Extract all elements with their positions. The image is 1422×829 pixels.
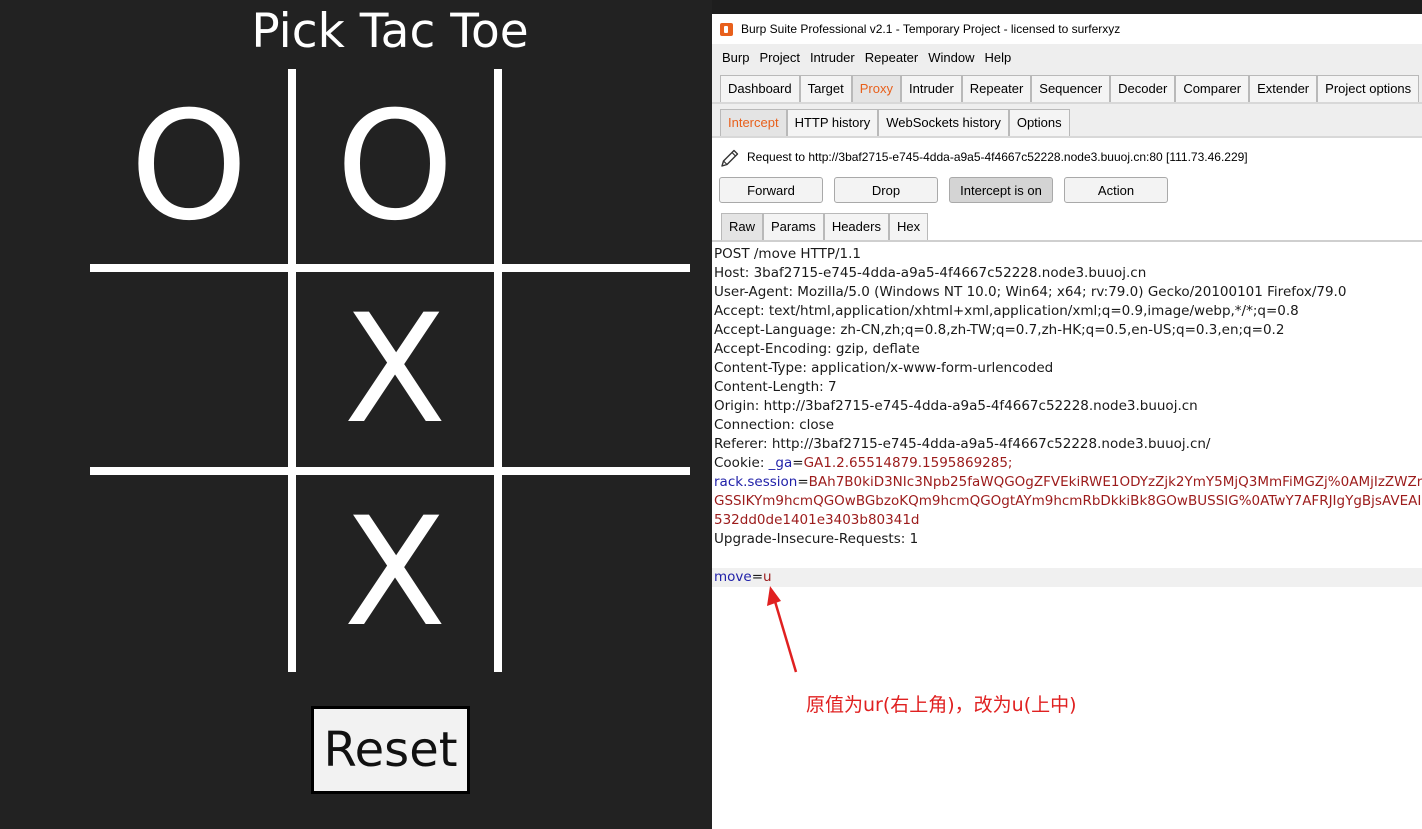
main-tab-bar: Dashboard Target Proxy Intruder Repeater… xyxy=(712,70,1422,104)
grid-line-horizontal-2 xyxy=(90,467,690,475)
window-top-strip xyxy=(712,0,1422,14)
board-cell-bottom-right[interactable] xyxy=(502,475,700,671)
reset-button[interactable]: Reset xyxy=(311,706,470,794)
body-param-value: u xyxy=(763,569,772,585)
header-cookie: Cookie: _ga=GA1.2.65514879.1595869285; xyxy=(714,455,1013,471)
board-cell-top-right[interactable] xyxy=(502,69,700,265)
board-cell-top-left[interactable]: O xyxy=(90,69,288,265)
game-panel: Pick Tac Toe O O X X Reset xyxy=(0,0,712,829)
tab-params[interactable]: Params xyxy=(763,213,824,240)
menu-intruder[interactable]: Intruder xyxy=(805,50,860,65)
tab-decoder[interactable]: Decoder xyxy=(1110,75,1176,102)
header-content-length: Content-Length: 7 xyxy=(714,379,837,395)
window-title: Burp Suite Professional v2.1 - Temporary… xyxy=(741,22,1121,36)
request-body: move=u xyxy=(712,568,1422,587)
tab-proxy[interactable]: Proxy xyxy=(851,75,901,102)
tab-http-history[interactable]: HTTP history xyxy=(786,109,879,136)
tab-dashboard[interactable]: Dashboard xyxy=(720,75,800,102)
tab-options[interactable]: Options xyxy=(1008,109,1070,136)
header-connection: Connection: close xyxy=(714,417,834,433)
request-target-label: Request to http://3baf2715-e745-4dda-a9a… xyxy=(747,150,1248,164)
request-editor[interactable]: POST /move HTTP/1.1 Host: 3baf2715-e745-… xyxy=(712,244,1422,829)
pencil-icon xyxy=(721,149,739,167)
request-line: POST /move HTTP/1.1 xyxy=(714,246,861,262)
tab-intercept[interactable]: Intercept xyxy=(720,109,787,136)
body-param-key: move xyxy=(714,569,752,585)
board-cell-top-middle[interactable]: O xyxy=(296,69,494,265)
cookie-prefix: Cookie: xyxy=(714,455,769,471)
menu-help[interactable]: Help xyxy=(979,50,1016,65)
cookie-session-key: rack.session xyxy=(714,474,798,490)
burp-logo-icon xyxy=(720,22,733,36)
cookie-ga-key: _ga xyxy=(768,455,793,471)
board-cell-bottom-middle[interactable]: X xyxy=(296,475,494,671)
tab-repeater[interactable]: Repeater xyxy=(961,75,1032,102)
menu-repeater[interactable]: Repeater xyxy=(860,50,923,65)
header-user-agent: User-Agent: Mozilla/5.0 (Windows NT 10.0… xyxy=(714,284,1347,300)
menu-project[interactable]: Project xyxy=(754,50,804,65)
cookie-ga-value: GA1.2.65514879.1595869285; xyxy=(803,455,1013,471)
title-bar: Burp Suite Professional v2.1 - Temporary… xyxy=(712,14,1422,44)
board-cell-center[interactable]: X xyxy=(296,272,494,468)
board-cell-middle-right[interactable] xyxy=(502,272,700,468)
cookie-session-value-1: BAh7B0kiD3NIc3Npb25faWQGOgZFVEkiRWE1ODYz… xyxy=(808,474,1422,490)
tab-target[interactable]: Target xyxy=(799,75,852,102)
header-upgrade-insecure-requests: Upgrade-Insecure-Requests: 1 xyxy=(714,531,919,547)
tab-hex[interactable]: Hex xyxy=(888,213,929,240)
header-accept: Accept: text/html,application/xhtml+xml,… xyxy=(714,303,1299,319)
cookie-session-line-1: rack.session=BAh7B0kiD3NIc3Npb25faWQGOgZ… xyxy=(714,474,1422,490)
menu-window[interactable]: Window xyxy=(923,50,979,65)
annotation-note: 原值为ur(右上角)，改为u(上中) xyxy=(806,694,1077,716)
tab-headers[interactable]: Headers xyxy=(823,213,889,240)
tab-intruder[interactable]: Intruder xyxy=(900,75,962,102)
board-cell-middle-left[interactable] xyxy=(90,272,288,468)
forward-button[interactable]: Forward xyxy=(719,177,823,203)
header-accept-encoding: Accept-Encoding: gzip, deflate xyxy=(714,341,920,357)
tab-comparer[interactable]: Comparer xyxy=(1175,75,1250,102)
header-content-type: Content-Type: application/x-www-form-url… xyxy=(714,360,1054,376)
header-origin: Origin: http://3baf2715-e745-4dda-a9a5-4… xyxy=(714,398,1198,414)
header-host: Host: 3baf2715-e745-4dda-a9a5-4f4667c522… xyxy=(714,265,1147,281)
header-referer: Referer: http://3baf2715-e745-4dda-a9a5-… xyxy=(714,436,1211,452)
grid-line-vertical-2 xyxy=(494,69,502,672)
tab-sequencer[interactable]: Sequencer xyxy=(1031,75,1111,102)
proxy-sub-tab-bar: Intercept HTTP history WebSockets histor… xyxy=(712,104,1422,138)
message-view-tab-bar: Raw Params Headers Hex xyxy=(712,210,1422,242)
tab-project-options[interactable]: Project options xyxy=(1317,75,1420,102)
menu-bar: Burp Project Intruder Repeater Window He… xyxy=(712,44,1422,70)
burp-window: Burp Suite Professional v2.1 - Temporary… xyxy=(712,0,1422,829)
menu-burp[interactable]: Burp xyxy=(712,50,754,65)
tab-websockets-history[interactable]: WebSockets history xyxy=(878,109,1009,136)
annotation-arrow-icon xyxy=(767,586,798,673)
game-title: Pick Tac Toe xyxy=(251,4,529,59)
intercept-toggle-button[interactable]: Intercept is on xyxy=(949,177,1053,203)
cookie-session-line-3: 532dd0de1401e3403b80341d xyxy=(714,512,920,528)
header-accept-language: Accept-Language: zh-CN,zh;q=0.8,zh-TW;q=… xyxy=(714,322,1285,338)
action-button[interactable]: Action xyxy=(1064,177,1168,203)
drop-button[interactable]: Drop xyxy=(834,177,938,203)
cookie-session-line-2: GSSIKYm9hcmQGOwBGbzoKQm9hcmQGOgtAYm9hcmR… xyxy=(714,493,1422,509)
board-cell-bottom-left[interactable] xyxy=(90,475,288,671)
tab-raw[interactable]: Raw xyxy=(721,213,764,240)
grid-line-vertical-1 xyxy=(288,69,296,672)
tab-extender[interactable]: Extender xyxy=(1249,75,1318,102)
grid-line-horizontal-1 xyxy=(90,264,690,272)
